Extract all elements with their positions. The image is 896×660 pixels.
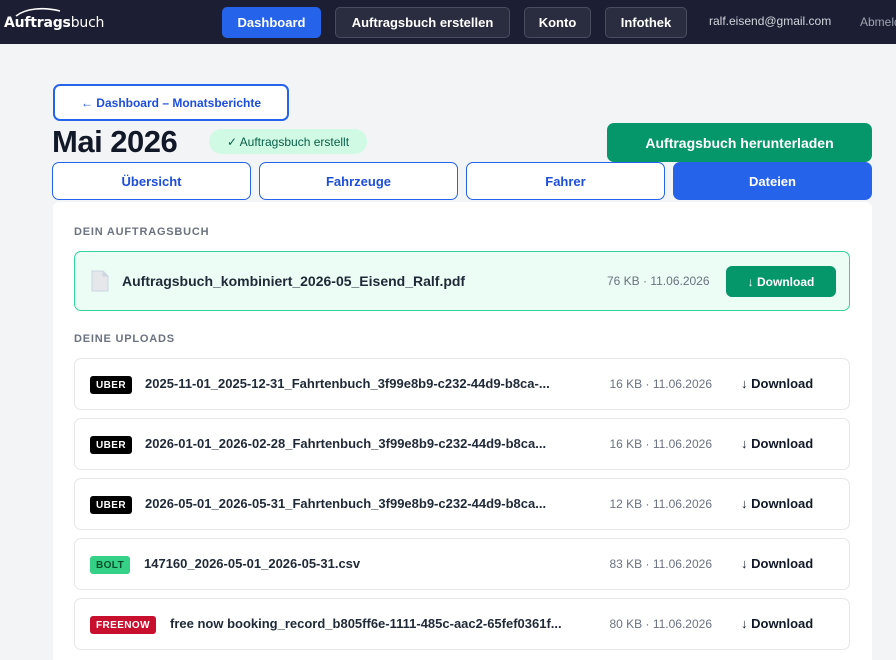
app-logo[interactable]: Auftragsbuch [4,15,104,31]
upload-file-name: free now booking_record_b805ff6e-1111-48… [170,616,562,631]
upload-file-name: 2025-11-01_2025-12-31_Fahrtenbuch_3f99e8… [145,376,550,391]
section-label-uploads: DEINE UPLOADS [74,333,175,345]
back-to-dashboard-button[interactable]: ← Dashboard – Monatsberichte [53,84,289,121]
user-email: ralf.eisend@gmail.com [709,14,832,28]
upload-file-name: 2026-05-01_2026-05-31_Fahrtenbuch_3f99e8… [145,496,547,511]
nav-account-button[interactable]: Konto [524,7,591,38]
logout-button[interactable]: Abmelden [860,15,896,29]
upload-download-button[interactable]: ↓ Download [741,436,813,451]
nav-dashboard-button[interactable]: Dashboard [222,7,321,38]
upload-download-button[interactable]: ↓ Download [741,616,813,631]
provider-badge-bolt: BOLT [90,556,131,574]
nav-create-logbook-button[interactable]: Auftragsbuch erstellen [335,7,510,38]
upload-file-meta: 80 KB · 11.06.2026 [609,617,712,631]
document-icon [91,270,109,292]
upload-file-name: 2026-01-01_2026-02-28_Fahrtenbuch_3f99e8… [145,436,547,451]
upload-row: FREENOW free now booking_record_b805ff6e… [74,598,850,650]
upload-row: UBER 2025-11-01_2025-12-31_Fahrtenbuch_3… [74,358,850,410]
upload-download-button[interactable]: ↓ Download [741,376,813,391]
status-badge: ✓ Auftragsbuch erstellt [209,129,367,154]
tab-files[interactable]: Dateien [673,162,872,200]
logo-text-regular: buch [70,15,105,31]
upload-file-meta: 83 KB · 11.06.2026 [609,557,712,571]
upload-download-button[interactable]: ↓ Download [741,556,813,571]
tab-vehicles[interactable]: Fahrzeuge [259,162,458,200]
provider-badge-uber: UBER [90,436,132,454]
section-label-logbook: DEIN AUFTRAGSBUCH [74,226,210,238]
combined-logbook-file: Auftragsbuch_kombiniert_2026-05_Eisend_R… [74,251,850,311]
top-navbar: Auftragsbuch Dashboard Auftragsbuch erst… [0,0,896,44]
nav-infothek-button[interactable]: Infothek [605,7,687,38]
upload-row: UBER 2026-05-01_2026-05-31_Fahrtenbuch_3… [74,478,850,530]
tab-drivers[interactable]: Fahrer [466,162,665,200]
logo-text-bold: Auftrags [4,15,71,31]
download-logbook-button[interactable]: Auftragsbuch herunterladen [607,123,872,162]
upload-file-meta: 16 KB · 11.06.2026 [609,437,712,451]
combined-file-meta: 76 KB · 11.06.2026 [607,274,710,288]
upload-row: UBER 2026-01-01_2026-02-28_Fahrtenbuch_3… [74,418,850,470]
upload-download-button[interactable]: ↓ Download [741,496,813,511]
upload-file-name: 147160_2026-05-01_2026-05-31.csv [144,556,361,571]
upload-file-meta: 16 KB · 11.06.2026 [609,377,712,391]
combined-file-name: Auftragsbuch_kombiniert_2026-05_Eisend_R… [122,273,466,289]
tab-overview[interactable]: Übersicht [52,162,251,200]
provider-badge-freenow: FREENOW [90,616,156,634]
page-title: Mai 2026 [52,124,178,159]
upload-row: BOLT 147160_2026-05-01_2026-05-31.csv 83… [74,538,850,590]
combined-download-button[interactable]: ↓ Download [726,266,836,297]
upload-file-meta: 12 KB · 11.06.2026 [609,497,712,511]
provider-badge-uber: UBER [90,496,132,514]
provider-badge-uber: UBER [90,376,132,394]
